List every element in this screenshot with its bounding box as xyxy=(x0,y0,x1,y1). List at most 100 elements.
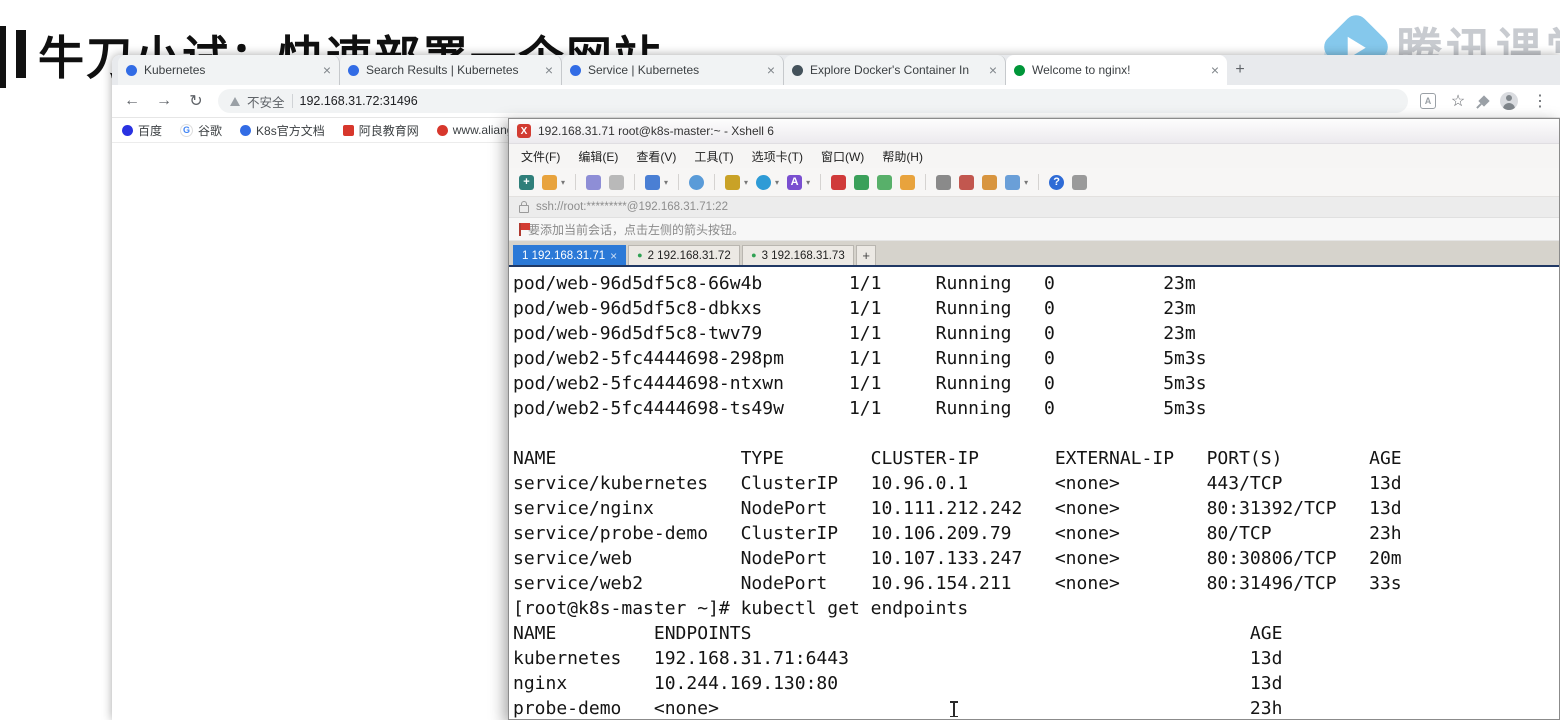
tab-close-icon[interactable]: × xyxy=(545,63,553,77)
browser-tab-docker[interactable]: Explore Docker's Container In × xyxy=(784,55,1006,85)
dropdown-caret-icon[interactable]: ▾ xyxy=(561,178,565,187)
session-tab-72[interactable]: ● 2 192.168.31.72 xyxy=(628,245,741,265)
tab-close-icon[interactable]: × xyxy=(1211,63,1219,77)
menu-tools[interactable]: 工具(T) xyxy=(694,148,733,165)
forward-icon[interactable]: → xyxy=(154,92,174,110)
compose-pane-icon[interactable] xyxy=(959,174,975,190)
tab-title: Kubernetes xyxy=(144,63,206,77)
browser-tab-search-results[interactable]: Search Results | Kubernetes × xyxy=(340,55,562,85)
appearance-icon[interactable]: A xyxy=(787,174,803,190)
browser-tab-service[interactable]: Service | Kubernetes × xyxy=(562,55,784,85)
not-secure-warning-icon xyxy=(230,96,240,106)
terminal-line: probe-demo <none> 23h xyxy=(513,698,1283,719)
transfer-icon[interactable] xyxy=(725,174,741,190)
open-session-folder-icon[interactable] xyxy=(542,174,557,190)
browser-toolbar: ← → ↻ 不安全 192.168.31.72:31496 A ☆ ⋮ xyxy=(112,85,1560,118)
fullscreen-icon[interactable] xyxy=(877,174,893,190)
lock-screen-icon[interactable] xyxy=(900,174,916,190)
properties-icon[interactable] xyxy=(1072,174,1088,190)
browser-tab-strip: Kubernetes × Search Results | Kubernetes… xyxy=(112,55,1560,85)
red-flag-icon xyxy=(519,222,530,236)
dropdown-caret-icon[interactable]: ▾ xyxy=(775,178,779,187)
profile-avatar[interactable] xyxy=(1500,92,1518,110)
tab-close-icon[interactable]: × xyxy=(610,249,617,263)
dropdown-caret-icon[interactable]: ▾ xyxy=(744,178,748,187)
browser-tab-nginx[interactable]: Welcome to nginx! × xyxy=(1006,55,1227,85)
dropdown-caret-icon[interactable]: ▾ xyxy=(1024,178,1028,187)
new-session-tab-button[interactable]: + xyxy=(856,245,877,265)
terminal-line: pod/web2-5fc4444698-298pm 1/1 Running 0 … xyxy=(513,348,1207,369)
find-icon[interactable] xyxy=(689,174,705,190)
browser-tab-kubernetes[interactable]: Kubernetes × xyxy=(118,55,340,85)
duplicate-session-icon[interactable] xyxy=(586,174,602,190)
terminal-output[interactable]: pod/web-96d5df5c8-66w4b 1/1 Running 0 23… xyxy=(509,267,1559,719)
xshell-toolbar: + ▾ ▾ ▾ ▾ A ▾ ▾ ? xyxy=(509,168,1559,197)
menu-help[interactable]: 帮助(H) xyxy=(882,148,923,165)
bookmark-star-icon[interactable]: ☆ xyxy=(1448,91,1468,111)
xftp-transfer-icon[interactable] xyxy=(854,174,870,190)
new-tab-button[interactable]: + xyxy=(1227,55,1253,85)
new-session-icon[interactable]: + xyxy=(519,174,534,190)
screen: 牛刀小试：快速部署一个网站 腾讯课堂 Kubernetes × Search R… xyxy=(0,0,1560,720)
bookmark-k8s-docs[interactable]: K8s官方文档 xyxy=(240,122,325,139)
mouse-text-cursor xyxy=(950,701,957,717)
terminal-line: service/kubernetes ClusterIP 10.96.0.1 <… xyxy=(513,473,1402,494)
disconnect-icon[interactable] xyxy=(609,174,625,190)
snippets-icon[interactable] xyxy=(982,174,998,190)
security-label[interactable]: 不安全 xyxy=(247,92,285,111)
ssh-connection-string: ssh://root:*********@192.168.31.71:22 xyxy=(536,201,728,213)
translate-icon[interactable]: A xyxy=(1420,93,1436,109)
session-tab-73[interactable]: ● 3 192.168.31.73 xyxy=(742,245,855,265)
video-frame-edge xyxy=(0,26,6,88)
dropdown-caret-icon[interactable]: ▾ xyxy=(806,178,810,187)
connected-dot-icon: ● xyxy=(751,250,757,260)
xshell-title-bar[interactable]: X 192.168.31.71 root@k8s-master:~ - Xshe… xyxy=(509,119,1559,144)
toolbar-separator xyxy=(714,174,716,190)
bookmark-label: K8s官方文档 xyxy=(256,123,325,138)
google-favicon: G xyxy=(180,123,194,137)
bookmark-baidu[interactable]: 百度 xyxy=(122,122,162,139)
tile-windows-icon[interactable] xyxy=(1005,174,1021,190)
address-bar[interactable]: 不安全 192.168.31.72:31496 xyxy=(218,89,1408,113)
dropdown-caret-icon[interactable]: ▾ xyxy=(664,178,668,187)
encoding-icon[interactable] xyxy=(756,174,772,190)
toolbar-separator xyxy=(1038,174,1040,190)
toolbar-separator xyxy=(634,174,636,190)
terminal-line: NAME ENDPOINTS AGE xyxy=(513,623,1283,644)
menu-tabs[interactable]: 选项卡(T) xyxy=(752,148,803,165)
session-hint-bar: 要添加当前会话，点击左侧的箭头按钮。 xyxy=(509,218,1559,241)
kubernetes-favicon xyxy=(570,64,581,76)
xagent-icon[interactable] xyxy=(831,174,847,190)
back-icon[interactable]: ← xyxy=(122,92,142,110)
tab-title: Service | Kubernetes xyxy=(588,63,700,77)
url-text[interactable]: 192.168.31.72:31496 xyxy=(300,94,418,108)
connected-dot-icon: ● xyxy=(637,250,643,260)
menu-view[interactable]: 查看(V) xyxy=(636,148,676,165)
terminal-line: kubernetes 192.168.31.71:6443 13d xyxy=(513,648,1283,669)
aliang-favicon xyxy=(436,124,448,136)
terminal-line: pod/web2-5fc4444698-ts49w 1/1 Running 0 … xyxy=(513,398,1207,419)
reconnect-icon[interactable] xyxy=(645,174,661,190)
tab-close-icon[interactable]: × xyxy=(989,63,997,77)
terminal-line: service/web2 NodePort 10.96.154.211 <non… xyxy=(513,573,1402,594)
tab-title: Welcome to nginx! xyxy=(1032,63,1131,77)
session-address-bar[interactable]: ssh://root:*********@192.168.31.71:22 xyxy=(509,197,1559,218)
browser-menu-icon[interactable]: ⋮ xyxy=(1530,91,1550,111)
tab-title: Search Results | Kubernetes xyxy=(366,63,519,77)
terminal-line: service/nginx NodePort 10.111.212.242 <n… xyxy=(513,498,1402,519)
help-icon[interactable]: ? xyxy=(1049,174,1065,190)
bookmark-aliang-edu[interactable]: 阿良教育网 xyxy=(342,122,419,139)
terminal-line: pod/web2-5fc4444698-ntxwn 1/1 Running 0 … xyxy=(513,373,1207,394)
toolbar-separator xyxy=(820,174,822,190)
tab-close-icon[interactable]: × xyxy=(767,63,775,77)
toolbar-separator xyxy=(575,174,577,190)
tab-close-icon[interactable]: × xyxy=(323,63,331,77)
menu-file[interactable]: 文件(F) xyxy=(521,148,560,165)
bookmark-google[interactable]: G 谷歌 xyxy=(180,122,222,139)
session-tab-71[interactable]: 1 192.168.31.71 × xyxy=(513,245,627,265)
menu-window[interactable]: 窗口(W) xyxy=(821,148,864,165)
keyboard-icon[interactable] xyxy=(936,174,952,190)
reload-icon[interactable]: ↻ xyxy=(186,91,206,111)
menu-edit[interactable]: 编辑(E) xyxy=(578,148,618,165)
extensions-pin-icon[interactable] xyxy=(1478,95,1490,107)
